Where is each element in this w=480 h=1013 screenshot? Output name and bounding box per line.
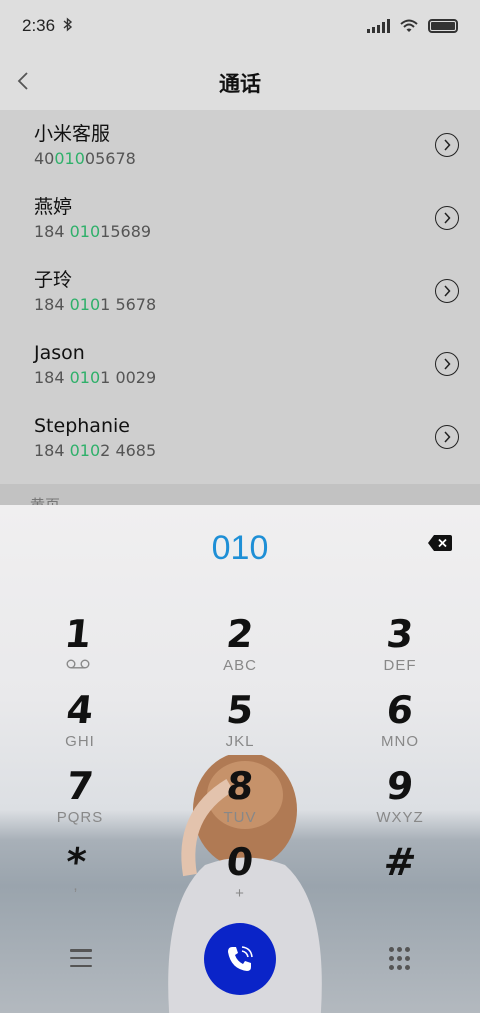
contact-name: 小米客服 — [34, 123, 111, 145]
wifi-icon — [400, 19, 418, 32]
key-hash[interactable]: # — [340, 840, 460, 913]
chevron-right-circle-icon[interactable] — [435, 425, 459, 449]
contact-number: 184 0101 0029 — [34, 368, 157, 387]
key-star[interactable]: * , — [16, 840, 136, 913]
contact-row[interactable]: 小米客服 4001005678 — [0, 110, 480, 183]
chevron-right-circle-icon[interactable] — [435, 133, 459, 157]
keypad-icon[interactable] — [388, 947, 410, 971]
contact-number: 184 0101 5678 — [34, 295, 157, 314]
key-5[interactable]: 5 JKL — [180, 688, 300, 761]
contact-row[interactable]: 燕婷 184 01015689 — [0, 183, 480, 256]
status-bar: 2:36 — [0, 0, 480, 52]
contact-number: 184 0102 4685 — [34, 441, 157, 460]
key-7[interactable]: 7 PQRS — [20, 764, 140, 837]
chevron-right-circle-icon[interactable] — [435, 352, 459, 376]
contact-name: Stephanie — [34, 415, 130, 437]
bluetooth-icon — [63, 16, 73, 36]
key-1[interactable]: 1 — [18, 612, 138, 685]
contact-row[interactable]: 子玲 184 0101 5678 — [0, 256, 480, 329]
key-3[interactable]: 3 DEF — [340, 612, 460, 685]
signal-icon — [367, 19, 390, 33]
menu-icon[interactable] — [70, 949, 92, 967]
key-8[interactable]: 8 TUV — [180, 764, 300, 837]
key-6[interactable]: 6 MNO — [340, 688, 460, 761]
dialed-number: 010 — [211, 529, 269, 567]
header: 通话 — [0, 52, 480, 110]
contact-number: 4001005678 — [34, 149, 136, 168]
contact-row[interactable]: Stephanie 184 0102 4685 — [0, 402, 480, 475]
key-4[interactable]: 4 GHI — [20, 688, 140, 761]
phone-icon — [228, 946, 253, 971]
key-0[interactable]: 0 + — [180, 840, 300, 913]
backspace-icon[interactable] — [428, 535, 452, 551]
call-button[interactable] — [204, 923, 276, 995]
status-time: 2:36 — [22, 16, 56, 35]
voicemail-icon — [66, 659, 90, 669]
key-2[interactable]: 2 ABC — [180, 612, 300, 685]
section-header: 黄页 — [0, 484, 480, 506]
contact-row[interactable]: Jason 184 0101 0029 — [0, 329, 480, 402]
chevron-right-circle-icon[interactable] — [435, 206, 459, 230]
dialer-panel: 010 1 2 ABC 3 DEF 4 GHI 5 JKL 6 MNO 7 PQ… — [0, 505, 480, 1013]
key-9[interactable]: 9 WXYZ — [340, 764, 460, 837]
contact-list: 小米客服 4001005678 燕婷 184 01015689 子玲 184 0… — [0, 110, 480, 484]
contact-number: 184 01015689 — [34, 222, 152, 241]
page-title: 通话 — [219, 72, 261, 96]
contact-name: Jason — [34, 342, 85, 364]
chevron-right-circle-icon[interactable] — [435, 279, 459, 303]
contact-name: 燕婷 — [34, 196, 73, 218]
contact-name: 子玲 — [34, 269, 73, 291]
battery-icon — [428, 19, 458, 33]
